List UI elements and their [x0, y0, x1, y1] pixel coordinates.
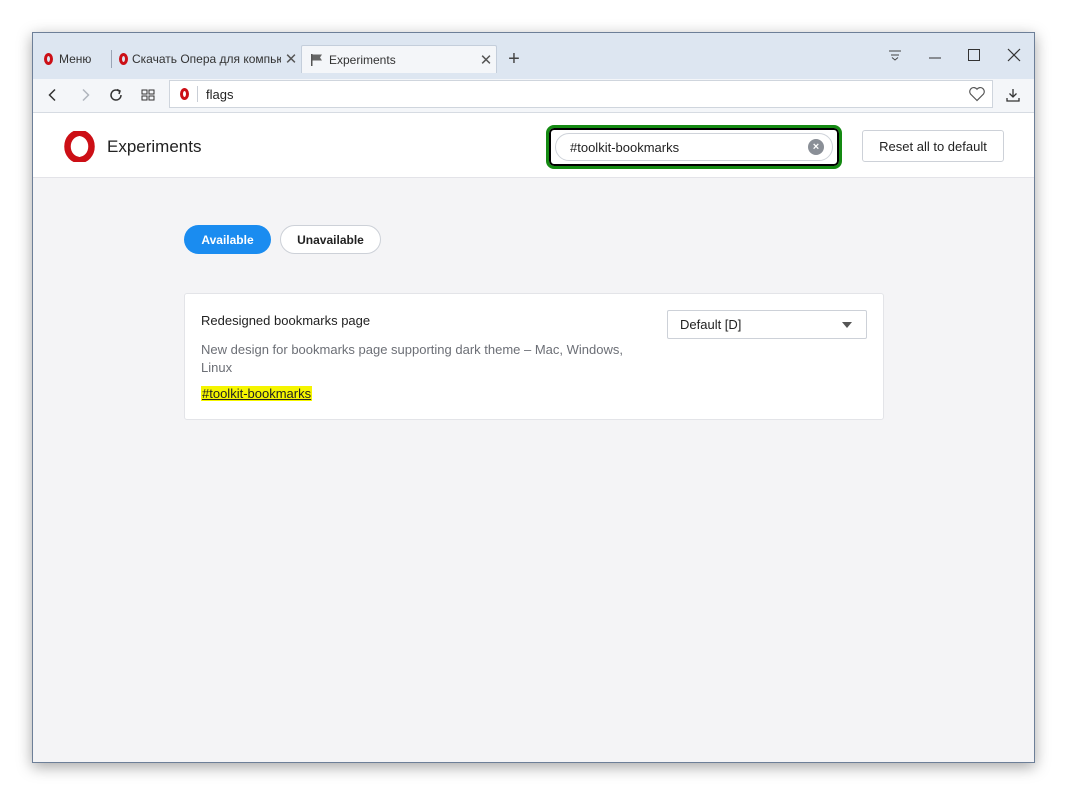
url-divider: [197, 86, 198, 102]
new-tab-button[interactable]: +: [505, 46, 523, 72]
speed-dial-icon[interactable]: [137, 83, 159, 107]
tab-menu-icon[interactable]: [880, 43, 910, 67]
experiment-description: New design for bookmarks page supporting…: [201, 342, 623, 375]
tab-unavailable[interactable]: Unavailable: [280, 225, 381, 254]
address-bar: flags: [33, 79, 1034, 113]
tab-label: Experiments: [329, 52, 396, 67]
url-text: flags: [206, 86, 234, 102]
selected-option: Default [D]: [680, 317, 742, 332]
title-bar: Меню Скачать Опера для компьютера ✕ Expe…: [33, 33, 1034, 79]
opera-logo-icon: [64, 131, 95, 162]
experiment-name: Redesigned bookmarks page: [201, 313, 371, 328]
tab-experiments[interactable]: Experiments ✕: [301, 45, 497, 73]
maximize-button[interactable]: [959, 43, 989, 67]
back-button[interactable]: [42, 83, 64, 107]
close-tab-icon[interactable]: ✕: [281, 50, 301, 68]
url-field[interactable]: flags: [169, 80, 993, 108]
close-tab-icon[interactable]: ✕: [476, 51, 496, 69]
heart-icon[interactable]: [962, 86, 992, 102]
opera-menu-button[interactable]: Меню: [33, 46, 111, 72]
tab-download-opera[interactable]: Скачать Опера для компьютера ✕: [115, 45, 301, 73]
page-header: Experiments #toolkit-bookmarks × Reset a…: [33, 113, 1034, 178]
reset-all-button[interactable]: Reset all to default: [862, 130, 1004, 162]
search-value: #toolkit-bookmarks: [570, 139, 680, 155]
opera-favicon-icon: [119, 53, 128, 65]
menu-label: Меню: [59, 52, 92, 66]
experiment-card: Redesigned bookmarks page New design for…: [184, 293, 884, 420]
clear-search-icon[interactable]: ×: [808, 139, 824, 155]
browser-window: Меню Скачать Опера для компьютера ✕ Expe…: [32, 32, 1035, 763]
search-input[interactable]: #toolkit-bookmarks ×: [555, 133, 833, 161]
chevron-down-icon: [842, 321, 852, 328]
search-highlight-frame: #toolkit-bookmarks ×: [546, 125, 842, 169]
download-icon[interactable]: [1002, 83, 1024, 107]
tab-available[interactable]: Available: [184, 225, 271, 254]
page-title: Experiments: [107, 137, 202, 156]
experiment-option-select[interactable]: Default [D]: [667, 310, 867, 339]
flags-page: Experiments #toolkit-bookmarks × Reset a…: [33, 113, 1034, 762]
opera-site-icon: [180, 88, 189, 100]
experiment-link[interactable]: #toolkit-bookmarks: [201, 386, 313, 401]
forward-button[interactable]: [74, 83, 96, 107]
minimize-button[interactable]: [920, 43, 950, 67]
tab-label: Скачать Опера для компьютера: [132, 52, 281, 66]
reload-button[interactable]: [105, 83, 127, 107]
flag-icon: [311, 53, 322, 66]
opera-logo-icon: [44, 53, 53, 65]
tab-separator: [111, 50, 112, 68]
close-window-button[interactable]: [999, 43, 1029, 67]
